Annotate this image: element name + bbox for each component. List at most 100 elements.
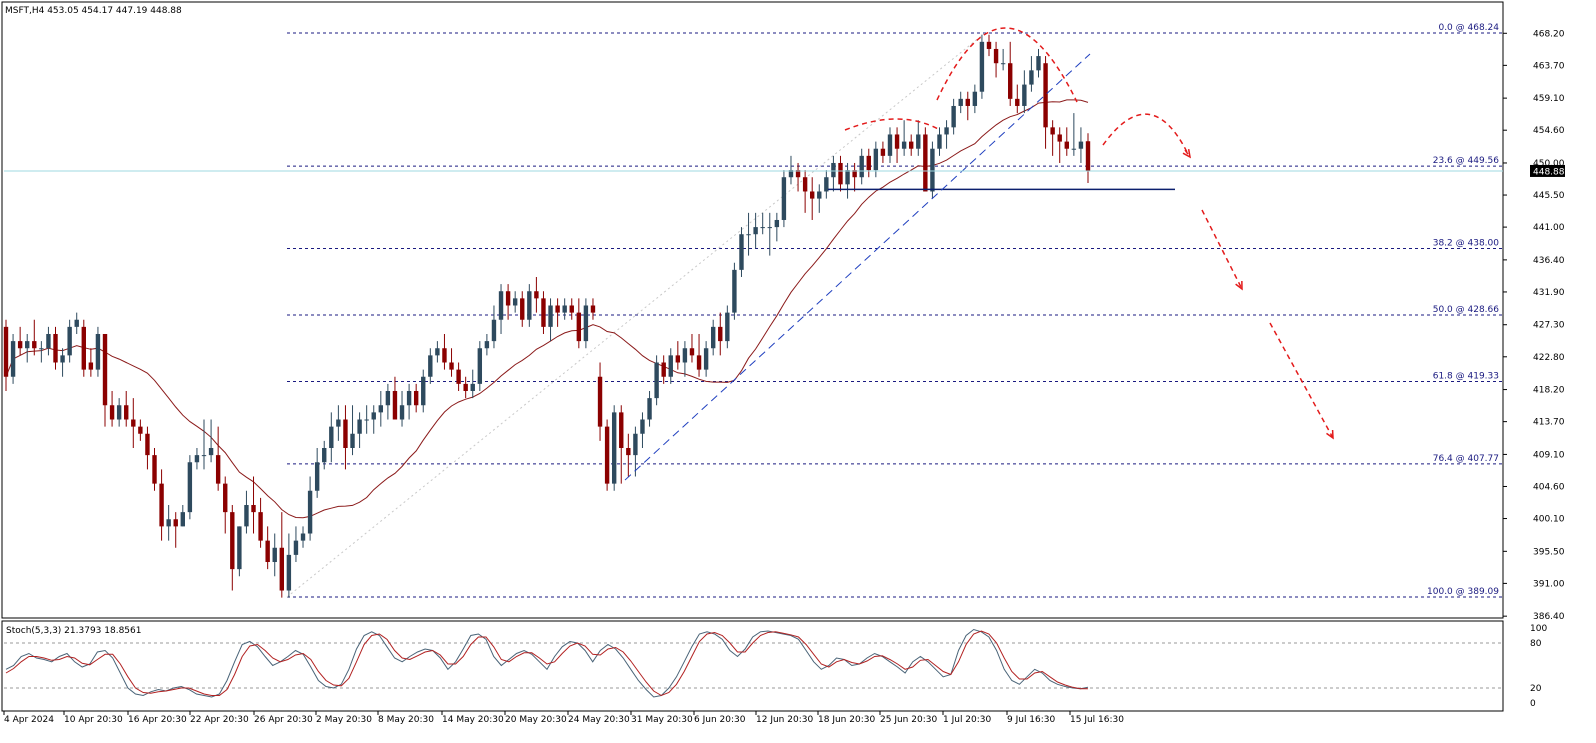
price-chart[interactable]: 0.0 @ 468.24 23.6 @ 449.56 38.2 @ 438.00 50… — [0, 0, 1596, 743]
time-tick-label: 24 May 20:30 — [568, 715, 630, 725]
candle-body — [703, 348, 709, 370]
candle-body — [534, 291, 539, 299]
candle-body — [357, 419, 362, 434]
candle-body — [944, 127, 949, 135]
candle-body — [131, 419, 136, 427]
candle-body — [682, 348, 688, 363]
candle-body — [152, 455, 157, 484]
price-tick-label: 404.60 — [1533, 482, 1565, 492]
stoch-tick-label: 0 — [1530, 699, 1536, 709]
candle-body — [675, 355, 681, 363]
time-tick-label: 16 Apr 20:30 — [128, 715, 187, 725]
candle-body — [866, 155, 871, 171]
candle-body — [958, 98, 963, 106]
candle-body — [668, 355, 673, 377]
price-tick-label: 409.10 — [1533, 450, 1565, 460]
candle-body — [463, 383, 468, 391]
candle-body — [406, 390, 412, 406]
candle-body — [102, 333, 108, 406]
candle-body — [527, 291, 532, 320]
candle-body — [3, 326, 9, 377]
candle-body — [838, 162, 843, 185]
candle-body — [329, 426, 334, 449]
candle-body — [923, 134, 928, 192]
candle-body — [760, 227, 765, 229]
candle-body — [350, 433, 355, 449]
fib-level-label: 76.4 @ 407.77 — [1433, 454, 1499, 464]
candle-body — [739, 234, 744, 270]
candle-body — [314, 462, 320, 491]
candle-body — [491, 319, 497, 342]
candle-body — [746, 234, 751, 236]
candle-body — [364, 419, 369, 421]
candle-body — [456, 369, 461, 384]
candle-body — [732, 269, 737, 313]
candle-body — [619, 412, 624, 449]
candle-body — [1071, 148, 1077, 150]
candle-body — [520, 298, 525, 320]
time-tick-label: 31 May 20:30 — [631, 715, 693, 725]
time-tick-label: 25 Jun 20:30 — [880, 715, 937, 725]
candle-body — [244, 505, 249, 527]
candle-body — [562, 305, 567, 313]
candle-body — [689, 348, 695, 356]
candle-body — [286, 554, 292, 591]
candle-body — [824, 177, 829, 192]
candle-body — [873, 148, 879, 171]
candle-body — [1000, 63, 1006, 65]
candle-body — [124, 405, 129, 420]
candle-body — [74, 319, 79, 327]
candle-body — [1057, 134, 1062, 142]
candle-body — [371, 412, 376, 420]
candle-body — [258, 512, 263, 541]
candle-body — [611, 412, 617, 484]
candle-body — [336, 419, 341, 427]
candle-body — [60, 355, 65, 363]
candle-body — [916, 134, 921, 149]
time-tick-label: 2 May 20:30 — [316, 715, 372, 725]
candle-body — [392, 390, 398, 420]
fib-level-label: 50.0 @ 428.66 — [1433, 305, 1500, 315]
candle-body — [265, 540, 270, 563]
time-tick-label: 15 Jul 16:30 — [1070, 715, 1124, 725]
candle-body — [1050, 127, 1055, 135]
candle-body — [46, 333, 51, 349]
candle-body — [894, 134, 900, 149]
candle-body — [555, 305, 560, 313]
candle-body — [647, 398, 652, 420]
candle-body — [696, 355, 702, 370]
price-tick-label: 427.30 — [1533, 321, 1565, 331]
candle-body — [725, 312, 730, 342]
time-tick-label: 10 Apr 20:30 — [64, 715, 123, 725]
candle-body — [505, 291, 511, 306]
candle-body — [230, 512, 235, 570]
candle-body — [307, 490, 313, 534]
candle-body — [569, 305, 574, 313]
candle-body — [293, 540, 299, 555]
price-tick-label: 386.40 — [1533, 612, 1565, 622]
candle-body — [421, 376, 426, 406]
candle-body — [1015, 98, 1020, 106]
candle-body — [972, 91, 978, 106]
candle-body — [633, 433, 638, 456]
candle-body — [1008, 63, 1013, 99]
stoch-header: Stoch(5,3,3) 21.3793 18.8561 — [6, 626, 141, 636]
price-tick-label: 436.40 — [1533, 256, 1565, 266]
candle-body — [1064, 141, 1069, 149]
candle-body — [802, 177, 808, 192]
time-tick-label: 26 Apr 20:30 — [254, 715, 313, 725]
candle-body — [817, 191, 822, 199]
candle-body — [661, 362, 666, 377]
time-tick-label: 14 May 20:30 — [442, 715, 504, 725]
chart-header: MSFT,H4 453.05 454.17 447.19 448.88 — [5, 6, 182, 16]
candle-body — [986, 41, 992, 49]
candle-body — [753, 227, 758, 235]
candle-body — [300, 533, 306, 541]
candle-body — [498, 291, 504, 320]
price-tick-label: 422.80 — [1533, 353, 1565, 363]
fib-level-label: 23.6 @ 449.56 — [1433, 156, 1500, 166]
candle-body — [413, 390, 419, 406]
candle-body — [951, 105, 956, 128]
candle-body — [201, 455, 207, 457]
candle-body — [442, 348, 447, 363]
